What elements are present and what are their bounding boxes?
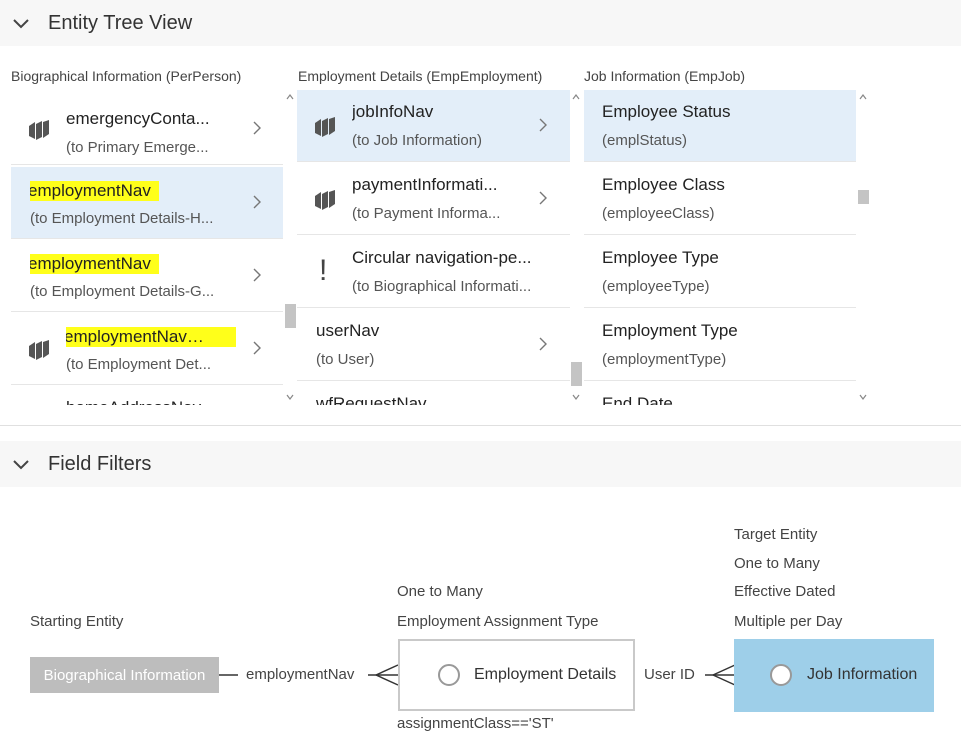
- entity-tree-header[interactable]: Entity Tree View: [0, 0, 961, 46]
- chevron-down-icon[interactable]: [11, 454, 31, 474]
- warning-icon: !: [319, 254, 328, 287]
- item-title: Employment Type: [602, 321, 738, 340]
- item-title: employmentNav: [66, 327, 236, 347]
- scroll-up-icon[interactable]: [571, 92, 581, 102]
- chevron-down-icon[interactable]: [11, 13, 31, 33]
- relation-label: Employment Assignment Type: [397, 613, 599, 630]
- item-title: emergencyConta...: [66, 109, 210, 128]
- list-item[interactable]: userNav (to User): [297, 309, 570, 381]
- scrollbar-thumb[interactable]: [858, 190, 869, 204]
- target-label: One to Many: [734, 555, 820, 572]
- scrollbar-thumb[interactable]: [571, 362, 582, 386]
- scroll-down-icon[interactable]: [571, 392, 581, 402]
- section-title: Entity Tree View: [48, 11, 193, 34]
- chevron-right-icon[interactable]: [538, 337, 548, 351]
- list-item[interactable]: ! Circular navigation-pe... (to Biograph…: [297, 236, 570, 308]
- connector-line: [219, 674, 238, 676]
- target-label: Effective Dated: [734, 583, 836, 600]
- item-title: jobInfoNav: [352, 102, 434, 121]
- column-employment: jobInfoNav (to Job Information) paymentI…: [297, 90, 570, 405]
- list-item[interactable]: End Date: [584, 382, 856, 405]
- scrollbar[interactable]: [284, 90, 296, 405]
- chevron-right-icon[interactable]: [252, 121, 262, 135]
- list-item[interactable]: homeAddressNav: [11, 386, 283, 405]
- entity-icon: [315, 190, 335, 210]
- item-title: employmentNav: [30, 254, 245, 274]
- column-job-information: Employee Status (emplStatus) Employee Cl…: [584, 90, 856, 405]
- item-title: End Date: [602, 394, 673, 405]
- chevron-right-icon[interactable]: [538, 118, 548, 132]
- column-header: Biographical Information (PerPerson): [11, 68, 242, 84]
- item-subtitle: (to Primary Emerge...: [66, 139, 209, 156]
- scroll-up-icon[interactable]: [285, 92, 295, 102]
- item-title: homeAddressNav: [66, 398, 236, 405]
- scroll-up-icon[interactable]: [858, 92, 868, 102]
- item-title: paymentInformati...: [352, 175, 498, 194]
- chevron-right-icon[interactable]: [252, 195, 262, 209]
- item-subtitle: (to Employment Details-H...: [30, 210, 214, 227]
- item-subtitle: (to Job Information): [352, 132, 483, 149]
- item-subtitle: (employeeType): [602, 278, 710, 295]
- scroll-down-icon[interactable]: [858, 392, 868, 402]
- chevron-right-icon[interactable]: [538, 191, 548, 205]
- field-filters-header[interactable]: Field Filters: [0, 441, 961, 487]
- entity-icon: [315, 117, 335, 137]
- item-subtitle: (to User): [316, 351, 375, 368]
- radio-button[interactable]: [438, 664, 460, 686]
- item-title: employmentNav: [30, 181, 245, 201]
- item-subtitle: (employeeClass): [602, 205, 715, 222]
- middle-entity-box[interactable]: Employment Details: [398, 639, 635, 711]
- crowfoot-icon: [705, 664, 736, 686]
- item-title: Employee Class: [602, 175, 725, 194]
- item-subtitle: (to Employment Details-G...: [30, 283, 215, 300]
- list-item[interactable]: Employee Class (employeeClass): [584, 163, 856, 235]
- crowfoot-icon: [368, 664, 399, 686]
- item-title: Employee Type: [602, 248, 719, 267]
- item-subtitle: (employmentType): [602, 351, 727, 368]
- scrollbar-thumb[interactable]: [285, 304, 296, 328]
- column-header: Job Information (EmpJob): [584, 68, 746, 84]
- list-item[interactable]: wfRequestNav: [297, 382, 570, 405]
- nav-label: employmentNav: [246, 666, 355, 683]
- item-title: Circular navigation-pe...: [352, 248, 532, 267]
- entity-icon: [29, 340, 49, 360]
- relation-label: One to Many: [397, 583, 483, 600]
- column-biographical: emergencyConta... (to Primary Emerge... …: [11, 90, 283, 405]
- list-item[interactable]: employmentNav (to Employment Details-G..…: [11, 240, 283, 312]
- starting-entity-box[interactable]: Biographical Information: [30, 657, 219, 693]
- item-title: wfRequestNav: [316, 394, 427, 405]
- item-subtitle: (to Biographical Informati...: [352, 278, 532, 295]
- list-item[interactable]: paymentInformati... (to Payment Informa.…: [297, 163, 570, 235]
- list-item[interactable]: emergencyConta... (to Primary Emerge...: [11, 93, 283, 165]
- entity-icon: [29, 120, 49, 140]
- list-item[interactable]: Employee Type (employeeType): [584, 236, 856, 308]
- list-item[interactable]: jobInfoNav (to Job Information): [297, 90, 570, 162]
- entity-name: Employment Details: [474, 666, 617, 683]
- entity-name: Job Information: [807, 666, 918, 683]
- list-item[interactable]: employmentNav (to Employment Det...: [11, 313, 283, 385]
- nav-label: User ID: [644, 666, 695, 683]
- starting-entity-label: Starting Entity: [30, 613, 124, 630]
- target-label: Target Entity: [734, 526, 818, 543]
- item-subtitle: (emplStatus): [602, 132, 688, 149]
- column-header: Employment Details (EmpEmployment): [298, 68, 543, 84]
- list-item[interactable]: Employment Type (employmentType): [584, 309, 856, 381]
- target-entity-box[interactable]: Job Information: [734, 639, 934, 712]
- chevron-right-icon[interactable]: [252, 268, 262, 282]
- item-title: Employee Status: [602, 102, 731, 121]
- section-title: Field Filters: [48, 452, 152, 475]
- filter-expression: assignmentClass=='ST': [397, 715, 554, 732]
- target-label: Multiple per Day: [734, 613, 843, 630]
- section-divider: [0, 425, 961, 426]
- item-subtitle: (to Employment Det...: [66, 356, 212, 373]
- radio-button[interactable]: [770, 664, 792, 686]
- chevron-right-icon[interactable]: [252, 341, 262, 355]
- list-item[interactable]: employmentNav (to Employment Details-H..…: [11, 167, 283, 239]
- scrollbar[interactable]: [857, 90, 869, 405]
- scroll-down-icon[interactable]: [285, 392, 295, 402]
- item-subtitle: (to Payment Informa...: [352, 205, 501, 222]
- scrollbar[interactable]: [570, 90, 582, 405]
- list-item[interactable]: Employee Status (emplStatus): [584, 90, 856, 162]
- item-title: userNav: [316, 321, 380, 340]
